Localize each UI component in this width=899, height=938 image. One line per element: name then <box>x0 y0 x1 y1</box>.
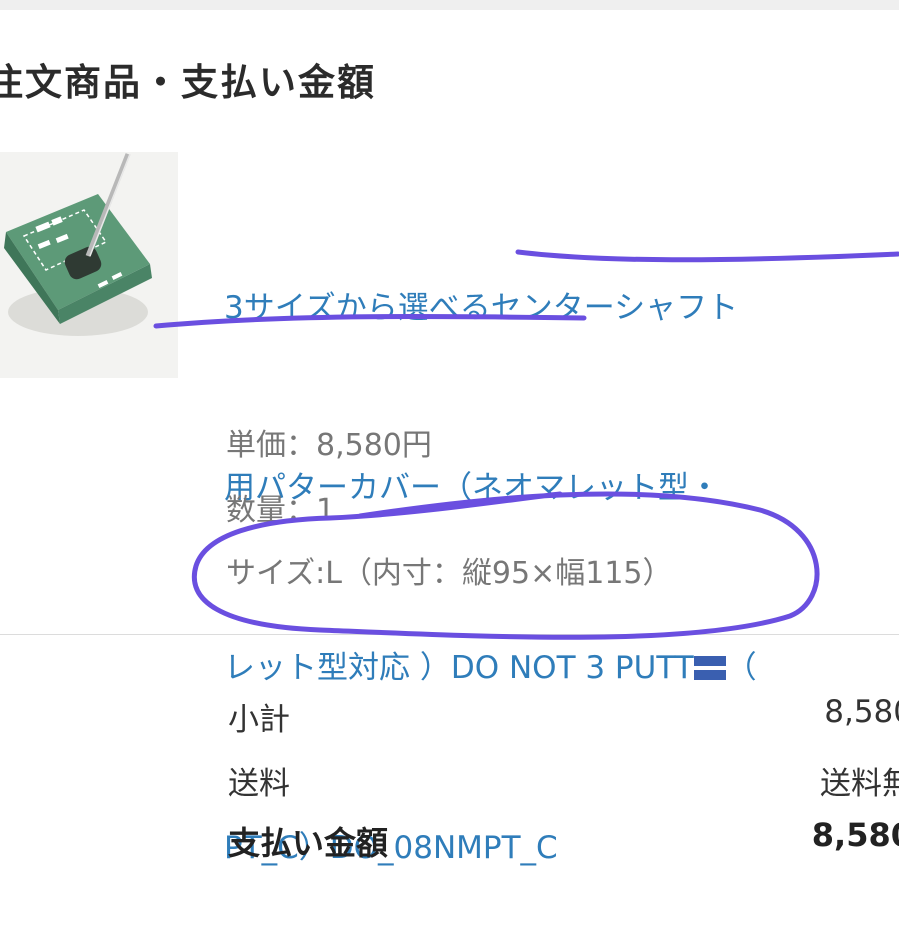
putter-cover-illustration <box>4 153 152 336</box>
shipping-label: 送料 <box>228 766 290 802</box>
product-name-line: レット型対応 ）DO NOT 3 PUTT （ <box>224 638 899 698</box>
product-name-line: 3サイズから選べるセンターシャフト <box>224 290 739 326</box>
shipping-value: 送料無 <box>820 766 899 802</box>
divider <box>0 634 899 635</box>
top-band <box>0 0 899 10</box>
subtotal-value: 8,580 <box>824 694 899 730</box>
product-image[interactable] <box>0 152 178 378</box>
section-title: 注文商品・支払い金額 <box>0 61 376 104</box>
flag-icon <box>693 656 726 680</box>
unit-price: 単価：8,580円 <box>226 428 432 463</box>
size-option: サイズ:L（内寸：縦95×幅115） <box>226 556 673 591</box>
subtotal-label: 小計 <box>228 702 290 738</box>
product-name-tail: （ <box>725 650 757 686</box>
quantity: 数量：1 <box>226 493 336 528</box>
total-value: 8,580 <box>811 816 899 854</box>
product-name-line-text: レット型対応 ）DO NOT 3 PUTT <box>224 650 694 686</box>
total-label: 支払い金額 <box>228 824 389 862</box>
